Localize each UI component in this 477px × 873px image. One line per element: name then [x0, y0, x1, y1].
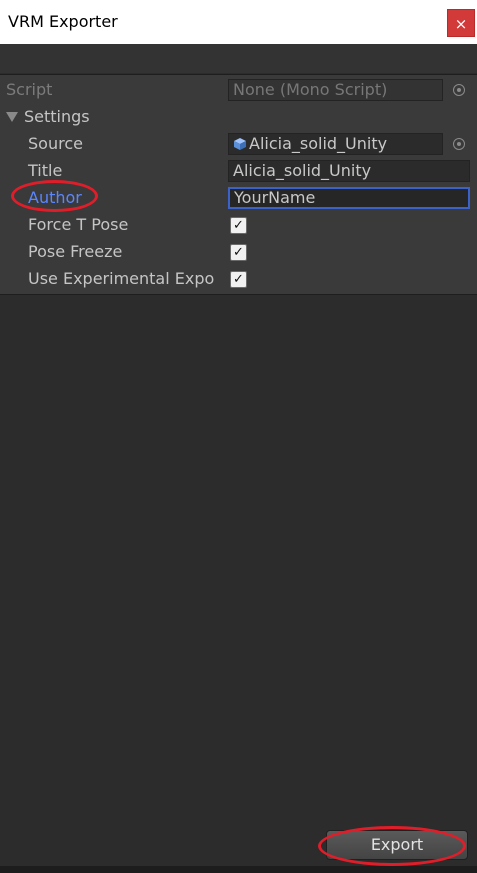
source-object-field[interactable]: Alicia_solid_Unity [228, 133, 443, 155]
script-label: Script [6, 80, 53, 99]
use-experimental-checkbox[interactable]: ✓ [230, 271, 247, 288]
annotation-circle-export [318, 826, 466, 866]
object-picker-icon[interactable] [453, 84, 465, 96]
author-input[interactable]: YourName [228, 187, 470, 209]
use-experimental-row: Use Experimental Expo ✓ [0, 266, 477, 292]
settings-label: Settings [24, 107, 90, 126]
pose-freeze-label: Pose Freeze [28, 242, 123, 261]
window-title: VRM Exporter [8, 12, 118, 31]
settings-foldout[interactable]: Settings [0, 104, 477, 130]
use-experimental-label: Use Experimental Expo [28, 269, 215, 288]
close-icon[interactable]: × [447, 9, 475, 37]
object-picker-icon[interactable] [453, 138, 465, 150]
pose-freeze-checkbox[interactable]: ✓ [230, 244, 247, 261]
window-titlebar: VRM Exporter × [0, 0, 477, 45]
pose-freeze-row: Pose Freeze ✓ [0, 239, 477, 265]
prefab-cube-icon [234, 138, 246, 150]
script-field: None (Mono Script) [228, 79, 443, 101]
foldout-arrow-icon[interactable] [6, 112, 18, 122]
force-t-pose-label: Force T Pose [28, 215, 129, 234]
source-value: Alicia_solid_Unity [249, 134, 388, 153]
source-label: Source [28, 134, 83, 153]
force-t-pose-checkbox[interactable]: ✓ [230, 217, 247, 234]
toolbar-strip [0, 44, 477, 73]
title-label: Title [28, 161, 63, 180]
title-input[interactable]: Alicia_solid_Unity [228, 160, 470, 182]
source-row: Source Alicia_solid_Unity [0, 131, 477, 157]
force-t-pose-row: Force T Pose ✓ [0, 212, 477, 238]
bottom-strip [0, 866, 477, 873]
script-row: Script None (Mono Script) [0, 77, 477, 103]
title-row: Title Alicia_solid_Unity [0, 158, 477, 184]
annotation-circle-author [11, 180, 98, 212]
